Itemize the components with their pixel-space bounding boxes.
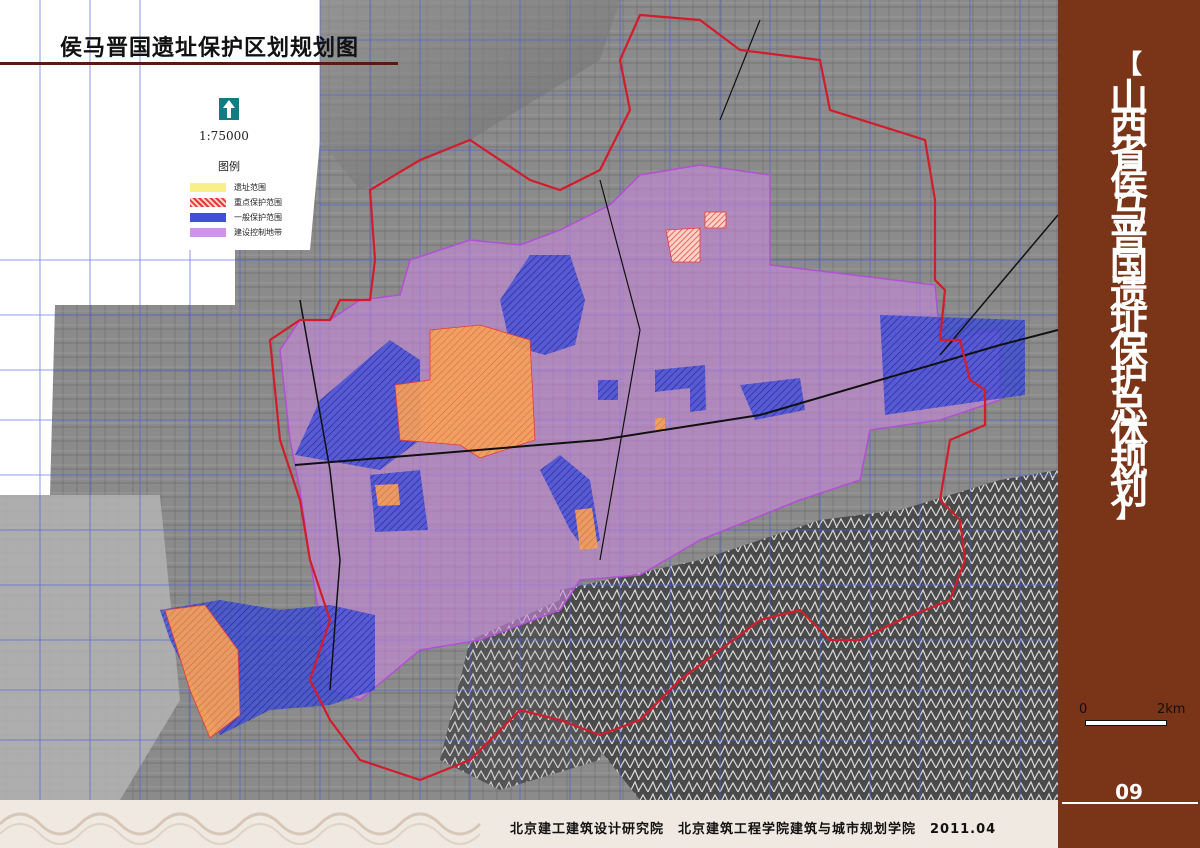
footer-decoration: [0, 812, 482, 845]
vertical-title: 【 山 西 省 侯 马 晋 国 遗 址 保 护 总 体 规 划 】: [1083, 50, 1175, 524]
legend-item-control-zone: 建设控制地带: [190, 227, 282, 238]
legend-swatch-red: [190, 198, 226, 207]
scale-start-label: 0: [1079, 702, 1088, 717]
page-number-rule: [1062, 802, 1198, 804]
scale-ratio: 1:75000: [199, 129, 249, 143]
legend-swatch-purple: [190, 228, 226, 237]
scale-end-label: 2km: [1157, 702, 1186, 717]
bracket-close: 】: [1115, 494, 1142, 524]
legend-title: 图例: [218, 160, 240, 173]
legend-label: 一般保护范围: [234, 213, 282, 222]
legend-swatch-yellow: [190, 183, 226, 192]
legend-item-site-range: 遗址范围: [190, 182, 266, 193]
legend-item-key-protection: 重点保护范围: [190, 197, 282, 208]
km-scale-bar: 0 2km: [1077, 700, 1187, 728]
legend-item-general-protection: 一般保护范围: [190, 212, 282, 223]
planning-map: [0, 0, 1058, 800]
page-number: 09: [1115, 780, 1143, 804]
title-underline: [0, 62, 398, 65]
legend-label: 重点保护范围: [234, 198, 282, 207]
legend-label: 遗址范围: [234, 183, 266, 192]
legend-label: 建设控制地带: [234, 228, 282, 237]
scale-bar-line: [1085, 720, 1167, 726]
north-arrow-icon: [219, 98, 239, 120]
legend-swatch-blue: [190, 213, 226, 222]
footer-credits: 北京建工建筑设计研究院 北京建筑工程学院建筑与城市规划学院 2011.04: [510, 822, 997, 837]
map-title: 侯马晋国遗址保护区划规划图: [60, 36, 360, 61]
title-band: 侯马晋国遗址保护区划规划图: [0, 0, 1058, 62]
